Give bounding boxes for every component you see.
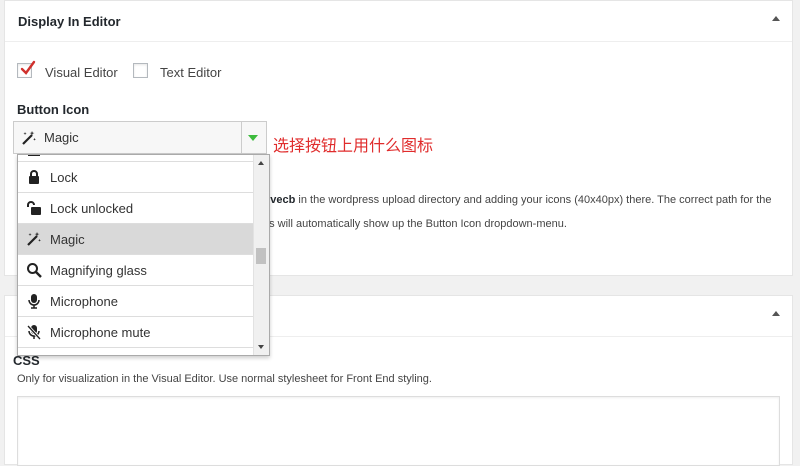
visual-editor-checkbox[interactable] [17,60,36,78]
list-item-label: Magnifying glass [50,263,147,278]
scroll-up-icon[interactable] [258,161,264,165]
lock-unlocked-icon [27,201,41,215]
microphone-mute-icon [26,324,42,340]
collapse-arrow-icon[interactable] [772,311,780,316]
checkmark-icon [20,60,36,75]
list-item[interactable]: Microphone [18,286,255,317]
list-item-selected[interactable]: Magic [18,224,255,255]
dropdown-scrollbar[interactable] [253,155,269,355]
list-item-label: Microphone mute [50,325,151,340]
text-editor-label: Text Editor [160,65,222,80]
magic-wand-icon [27,232,41,246]
magic-wand-icon [22,131,36,145]
scrollbar-thumb[interactable] [256,248,266,264]
select-toggle-button[interactable] [241,122,266,153]
list-item-label: Lock unlocked [50,201,134,216]
list-item[interactable]: Microphone mute [18,317,255,348]
magnifying-glass-icon [27,263,42,278]
list-item-label: Microphone [50,294,118,309]
icon-dropdown-list: Lock Lock unlocked Magic Magnifying glas… [17,154,270,356]
list-item-label: Lock [50,170,78,185]
list-item[interactable]: Lock [18,162,255,193]
scroll-down-icon[interactable] [258,345,264,349]
panel-header[interactable]: Display In Editor [5,1,792,42]
list-item-label: Magic [50,232,85,247]
lock-icon [29,170,39,184]
panel-title: Display In Editor [18,14,121,29]
button-icon-select[interactable]: Magic [13,121,267,154]
button-icon-label: Button Icon [17,102,90,117]
microphone-icon [28,294,40,309]
list-item[interactable]: Lock unlocked [18,193,255,224]
description-line-1: ed vecb in the wordpress upload director… [255,194,772,206]
text-editor-checkbox[interactable] [133,63,148,78]
selected-icon-value: Magic [44,130,79,145]
css-help-text: Only for visualization in the Visual Edi… [17,373,432,385]
list-item[interactable] [18,155,255,162]
description-line-2: ns will automatically show up the Button… [263,218,567,230]
annotation-text: 选择按钮上用什么图标 [273,136,434,155]
css-textarea[interactable] [17,396,780,466]
chevron-down-icon [248,135,258,141]
list-item[interactable]: Magnifying glass [18,255,255,286]
visual-editor-label: Visual Editor [45,65,118,80]
collapse-arrow-icon[interactable] [772,16,780,21]
